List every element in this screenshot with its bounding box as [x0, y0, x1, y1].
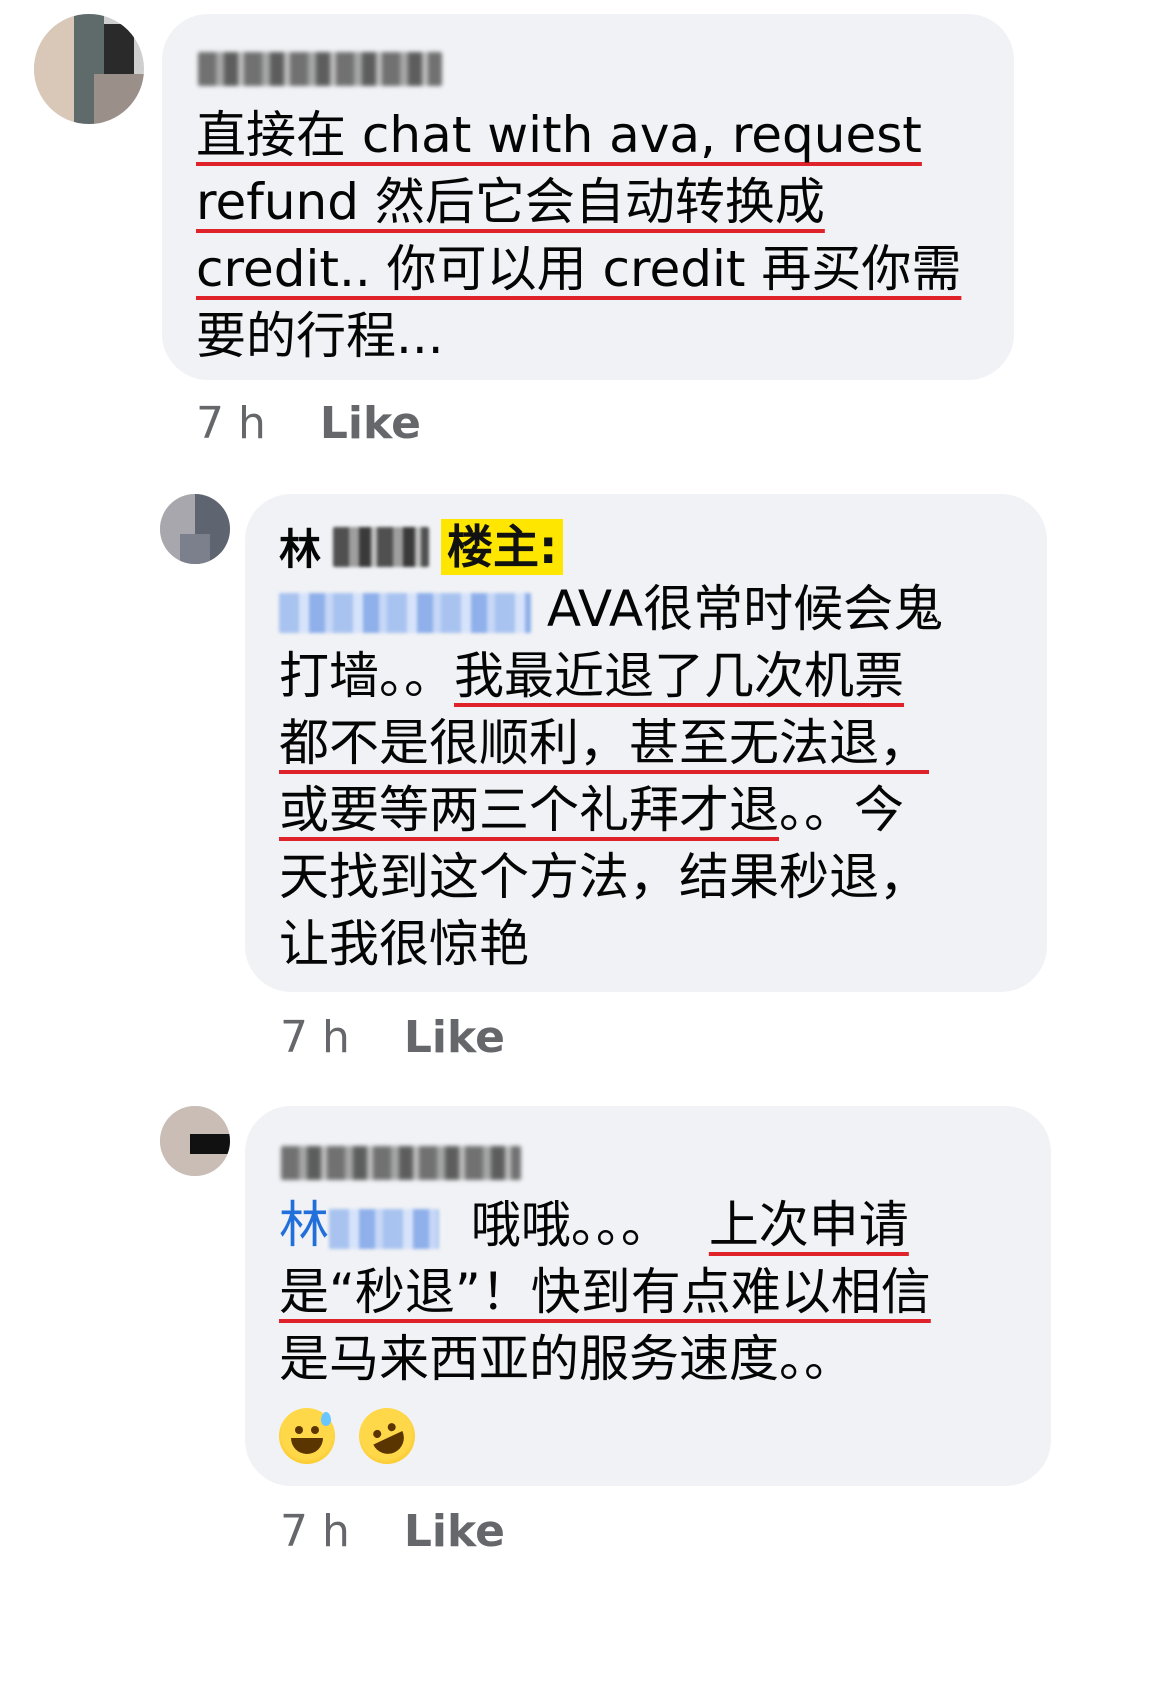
mention-tag[interactable]: 林	[279, 1196, 329, 1254]
comment-meta: 7 h Like	[196, 398, 421, 449]
author-name[interactable]	[281, 1146, 521, 1180]
timestamp[interactable]: 7 h	[280, 1506, 350, 1557]
avatar[interactable]	[160, 494, 230, 564]
like-button[interactable]: Like	[404, 1506, 505, 1557]
mention-tag[interactable]	[279, 592, 531, 633]
comment-bubble: 林 哦哦。。。 上次申请 是“秒退”！快到有点难以相信 是马来西亚的服务速度。。	[245, 1106, 1051, 1486]
author-name[interactable]	[198, 52, 442, 86]
comment-bubble: 直接在 chat with ava, request refund 然后它会自动…	[162, 14, 1014, 380]
timestamp[interactable]: 7 h	[280, 1012, 350, 1063]
mention-tag-blur	[329, 1208, 439, 1249]
timestamp[interactable]: 7 h	[196, 398, 266, 449]
like-button[interactable]: Like	[404, 1012, 505, 1063]
comment-meta: 7 h Like	[280, 1506, 505, 1557]
like-button[interactable]: Like	[320, 398, 421, 449]
comment-text: 直接在 chat with ava, request refund 然后它会自动…	[196, 106, 962, 365]
author-name[interactable]: 林	[279, 516, 321, 577]
sweat-smile-emoji	[279, 1407, 335, 1464]
author-row: 林 楼主:	[279, 516, 564, 577]
author-name-blur	[333, 526, 430, 567]
comment-text: 林 哦哦。。。 上次申请 是“秒退”！快到有点难以相信 是马来西亚的服务速度。。	[279, 1192, 931, 1475]
comment-text: AVA很常时候会鬼 打墙。。我最近退了几次机票 都不是很顺利，甚至无法退， 或要…	[279, 580, 944, 973]
avatar[interactable]	[160, 1106, 230, 1176]
op-badge: 楼主:	[441, 518, 564, 575]
comment-bubble: 林 楼主: AVA很常时候会鬼 打墙。。我最近退了几次机票 都不是很顺利，甚至无…	[245, 494, 1047, 992]
rofl-emoji	[349, 1398, 425, 1473]
comment-meta: 7 h Like	[280, 1012, 505, 1063]
avatar[interactable]	[34, 14, 144, 124]
